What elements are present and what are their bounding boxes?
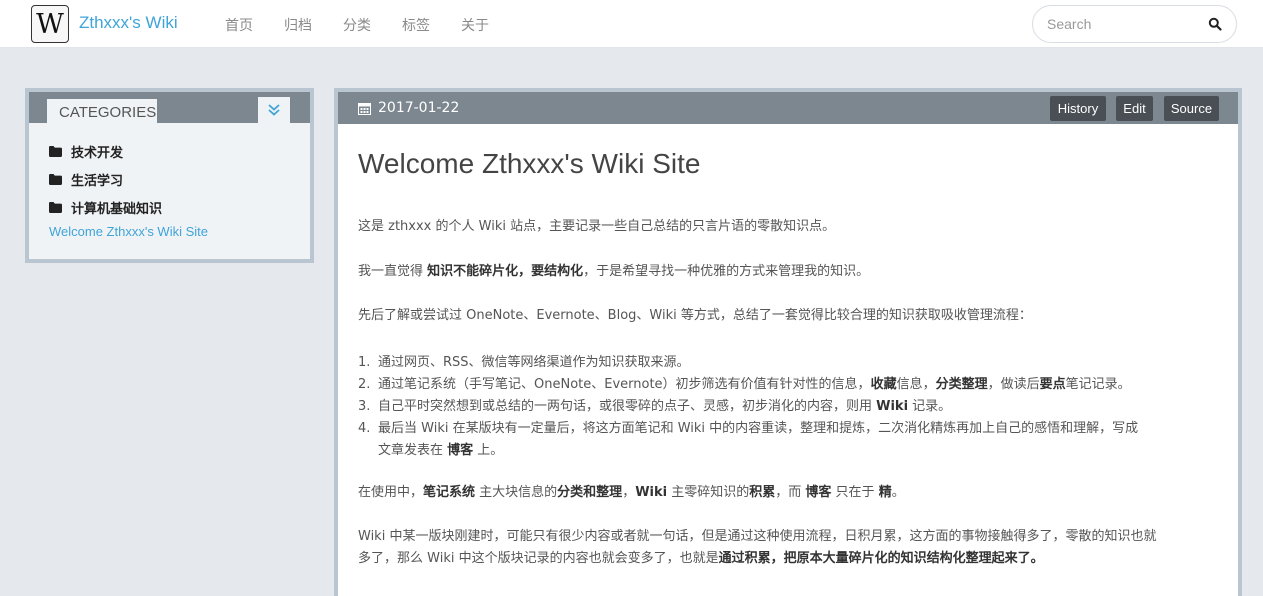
article-panel: 2017-01-22 History Edit Source Welcome Z… xyxy=(334,88,1242,596)
list-item: 1. 通过网页、RSS、微信等网络渠道作为知识获取来源。 xyxy=(358,355,690,370)
main-nav: 首页 归档 分类 标签 关于 xyxy=(225,15,520,35)
list-item: 4. 最后当 Wiki 在某版块有一定量后，将这方面笔记和 Wiki 中的内容重读… xyxy=(358,421,1139,458)
wikipedia-logo-icon[interactable]: W xyxy=(31,5,69,43)
category-label: 计算机基础知识 xyxy=(71,201,163,217)
category-label: 生活学习 xyxy=(71,173,124,189)
calendar-icon xyxy=(358,102,371,115)
category-item[interactable]: 技术开发 xyxy=(49,137,162,165)
nav-archive[interactable]: 归档 xyxy=(284,15,314,35)
category-label: 技术开发 xyxy=(71,145,124,161)
list-item: 2. 通过笔记系统（手写笔记、OneNote、Evernote）初步筛选有价值有针… xyxy=(358,377,1131,392)
paragraph-methods: 先后了解或尝试过 OneNote、Evernote、Blog、Wiki 等方式，… xyxy=(358,308,1032,323)
search-input[interactable] xyxy=(1047,15,1197,33)
edit-button[interactable]: Edit xyxy=(1116,96,1153,121)
category-item[interactable]: 生活学习 xyxy=(49,165,162,193)
paragraph-accumulation: Wiki 中某一版块刚建时，可能只有很少内容或者就一句话，但是通过这种使用流程，… xyxy=(358,529,1157,566)
article-date: 2017-01-22 xyxy=(358,100,459,116)
folder-icon xyxy=(49,145,62,157)
nav-home[interactable]: 首页 xyxy=(225,15,255,35)
folder-icon xyxy=(49,201,62,213)
date-text: 2017-01-22 xyxy=(378,100,460,116)
site-brand[interactable]: Zthxxx's Wiki xyxy=(79,13,178,33)
nav-tags[interactable]: 标签 xyxy=(402,15,432,35)
collapse-button[interactable] xyxy=(258,97,290,123)
categories-title: CATEGORIES xyxy=(47,99,157,125)
categories-header: CATEGORIES xyxy=(29,92,310,125)
nav-categories[interactable]: 分类 xyxy=(343,15,373,35)
article-header: 2017-01-22 History Edit Source xyxy=(338,92,1238,124)
paragraph-knowledge: 我一直觉得 知识不能碎片化，要结构化，于是希望寻找一种优雅的方式来管理我的知识。 xyxy=(358,264,870,279)
categories-panel: CATEGORIES 技术开发 生活学习 计算机基础知识 Welcome Zth… xyxy=(25,88,314,263)
workflow-list: 1. 通过网页、RSS、微信等网络渠道作为知识获取来源。 2. 通过笔记系统（手写笔… xyxy=(358,352,1198,462)
paragraph-usage: 在使用中，笔记系统 主大块信息的分类和整理，Wiki 主零碎知识的积累，而 博客… xyxy=(358,485,905,500)
category-list: 技术开发 生活学习 计算机基础知识 xyxy=(49,137,162,221)
history-button[interactable]: History xyxy=(1050,96,1106,121)
nav-about[interactable]: 关于 xyxy=(461,15,491,35)
search-box xyxy=(1032,5,1237,43)
folder-icon xyxy=(49,173,62,185)
search-icon[interactable] xyxy=(1208,17,1222,31)
paragraph-intro: 这是 zthxxx 的个人 Wiki 站点，主要记录一些自己总结的只言片语的零散… xyxy=(358,219,836,234)
source-button[interactable]: Source xyxy=(1164,96,1219,121)
top-navbar: W Zthxxx's Wiki 首页 归档 分类 标签 关于 xyxy=(0,0,1263,48)
welcome-page-link[interactable]: Welcome Zthxxx's Wiki Site xyxy=(49,224,208,239)
list-item: 3. 自己平时突然想到或总结的一两句话，或很零碎的点子、灵感，初步消化的内容，则用… xyxy=(358,399,952,414)
article-title: Welcome Zthxxx's Wiki Site xyxy=(358,148,701,179)
chevron-double-down-icon xyxy=(268,104,280,116)
category-item[interactable]: 计算机基础知识 xyxy=(49,193,162,221)
